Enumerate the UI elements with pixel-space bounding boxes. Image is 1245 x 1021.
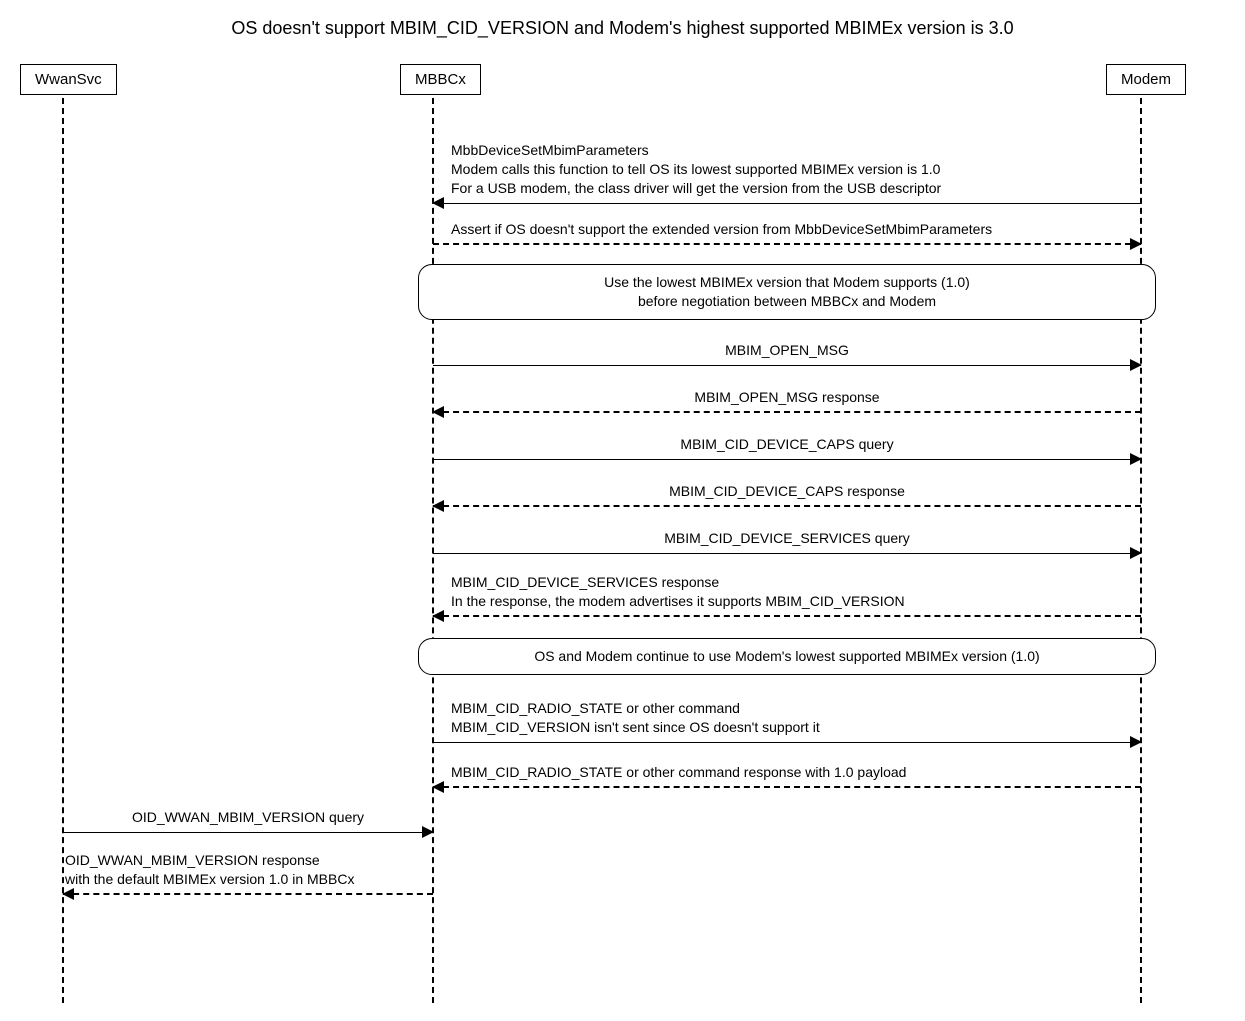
msg-text: OID_WWAN_MBIM_VERSION query: [132, 808, 364, 827]
msg-text: OID_WWAN_MBIM_VERSION response: [65, 851, 354, 870]
msg-text: Assert if OS doesn't support the extende…: [451, 220, 992, 239]
arrowhead-icon: [432, 610, 444, 622]
msg-mbb-set-params: MbbDeviceSetMbimParameters Modem calls t…: [433, 140, 1141, 204]
actor-label: MBBCx: [415, 71, 466, 88]
arrowhead-icon: [432, 197, 444, 209]
msg-radio-state-r: MBIM_CID_RADIO_STATE or other command re…: [433, 762, 1141, 788]
msg-text: Modem calls this function to tell OS its…: [451, 160, 941, 179]
arrowhead-icon: [62, 888, 74, 900]
msg-text: MbbDeviceSetMbimParameters: [451, 141, 941, 160]
msg-radio-state: MBIM_CID_RADIO_STATE or other command MB…: [433, 698, 1141, 743]
arrowhead-icon: [422, 826, 434, 838]
msg-text: MBIM_CID_RADIO_STATE or other command re…: [451, 763, 906, 782]
msg-oid-version-r: OID_WWAN_MBIM_VERSION response with the …: [63, 850, 433, 895]
msg-text: For a USB modem, the class driver will g…: [451, 179, 941, 198]
msg-text: MBIM_CID_VERSION isn't sent since OS doe…: [451, 718, 820, 737]
msg-open: MBIM_OPEN_MSG: [433, 340, 1141, 366]
msg-text: MBIM_CID_DEVICE_CAPS query: [680, 435, 893, 454]
actor-modem: Modem: [1106, 64, 1186, 95]
arrowhead-icon: [432, 500, 444, 512]
note-text: OS and Modem continue to use Modem's low…: [429, 647, 1145, 666]
note-text: before negotiation between MBBCx and Mod…: [429, 292, 1145, 311]
note-continue-lowest: OS and Modem continue to use Modem's low…: [418, 638, 1156, 675]
note-text: Use the lowest MBIMEx version that Modem…: [429, 273, 1145, 292]
msg-text: MBIM_CID_DEVICE_SERVICES response: [451, 573, 905, 592]
arrowhead-icon: [1130, 238, 1142, 250]
actor-mbbcx: MBBCx: [400, 64, 481, 95]
sequence-diagram: OS doesn't support MBIM_CID_VERSION and …: [0, 0, 1245, 1021]
arrowhead-icon: [432, 781, 444, 793]
diagram-title: OS doesn't support MBIM_CID_VERSION and …: [0, 18, 1245, 39]
note-lowest-version: Use the lowest MBIMEx version that Modem…: [418, 264, 1156, 320]
msg-device-caps-q: MBIM_CID_DEVICE_CAPS query: [433, 434, 1141, 460]
msg-text: MBIM_CID_RADIO_STATE or other command: [451, 699, 820, 718]
msg-text: MBIM_OPEN_MSG response: [694, 388, 879, 407]
actor-label: WwanSvc: [35, 71, 102, 88]
arrowhead-icon: [1130, 736, 1142, 748]
msg-oid-version-q: OID_WWAN_MBIM_VERSION query: [63, 807, 433, 833]
msg-device-caps-r: MBIM_CID_DEVICE_CAPS response: [433, 481, 1141, 507]
msg-text: In the response, the modem advertises it…: [451, 592, 905, 611]
msg-open-resp: MBIM_OPEN_MSG response: [433, 387, 1141, 413]
msg-text: MBIM_CID_DEVICE_SERVICES query: [664, 529, 910, 548]
msg-text: MBIM_CID_DEVICE_CAPS response: [669, 482, 905, 501]
arrowhead-icon: [1130, 453, 1142, 465]
actor-label: Modem: [1121, 71, 1171, 88]
msg-device-services-r: MBIM_CID_DEVICE_SERVICES response In the…: [433, 572, 1141, 617]
msg-text: MBIM_OPEN_MSG: [725, 341, 849, 360]
msg-device-services-q: MBIM_CID_DEVICE_SERVICES query: [433, 528, 1141, 554]
arrowhead-icon: [432, 406, 444, 418]
actor-wwansvc: WwanSvc: [20, 64, 117, 95]
arrowhead-icon: [1130, 547, 1142, 559]
msg-assert: Assert if OS doesn't support the extende…: [433, 219, 1141, 245]
arrowhead-icon: [1130, 359, 1142, 371]
msg-text: with the default MBIMEx version 1.0 in M…: [65, 870, 354, 889]
